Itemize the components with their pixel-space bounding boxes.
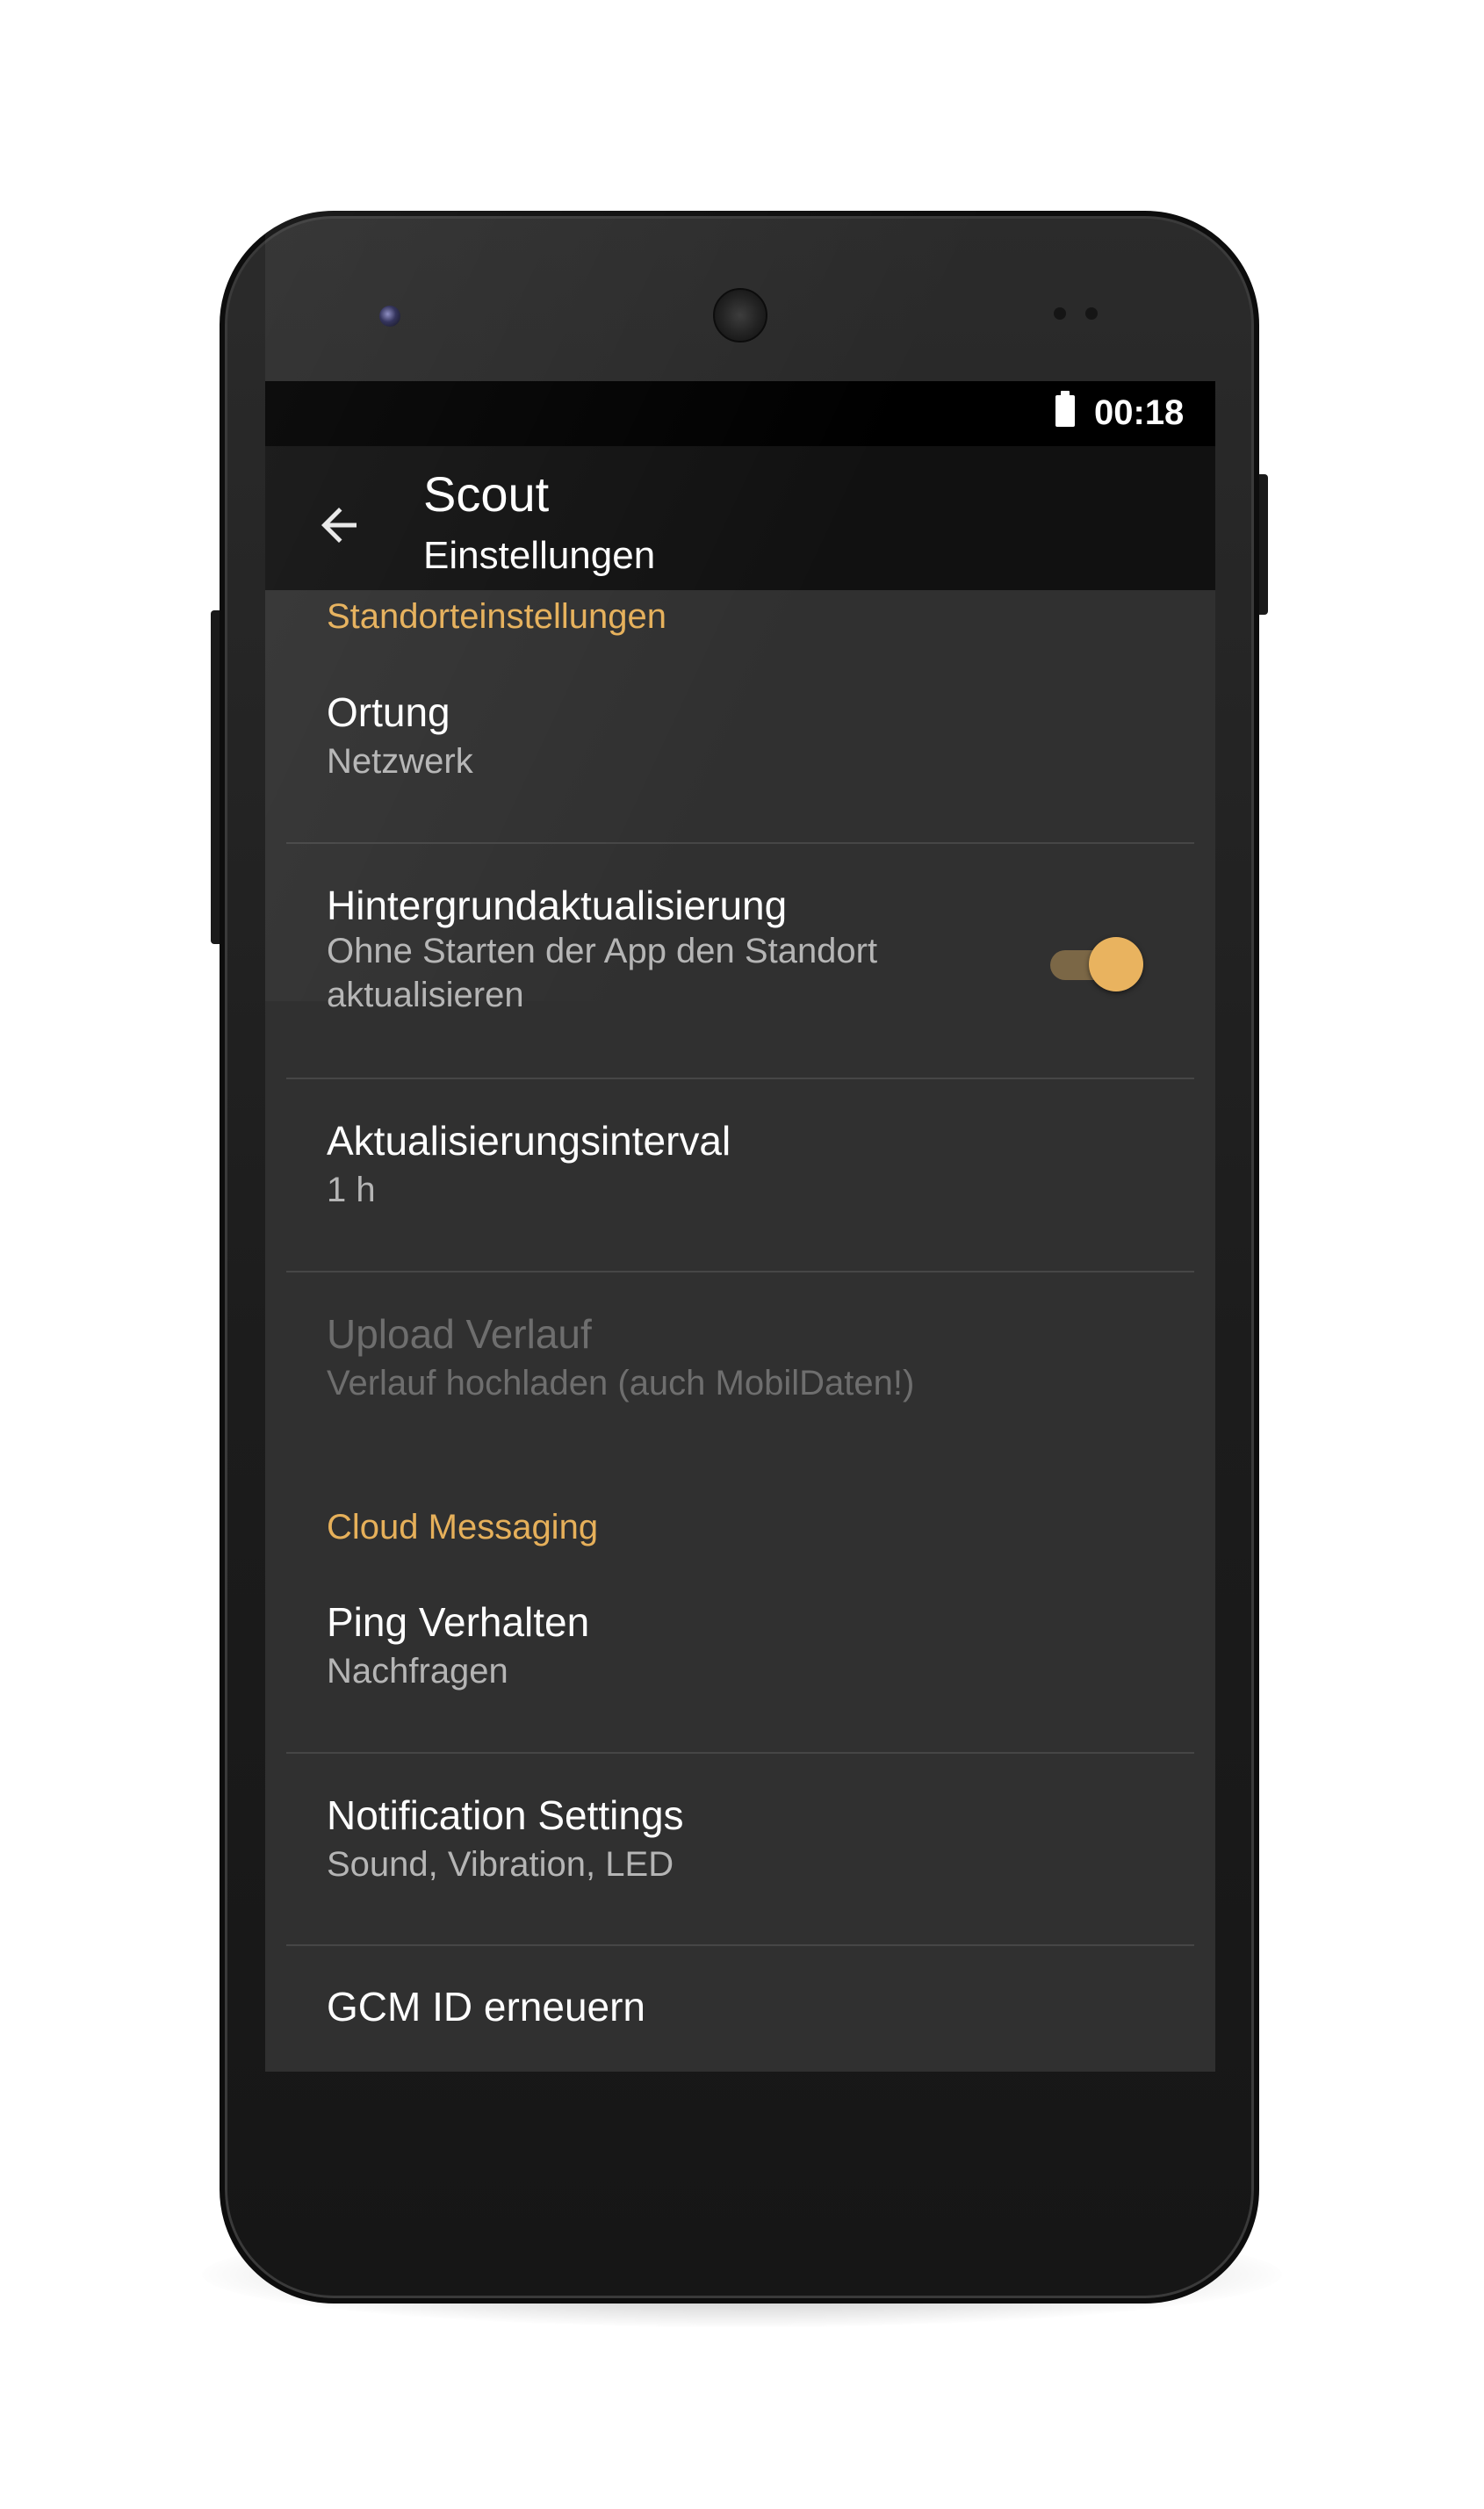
setting-summary-line2: aktualisieren [327,976,524,1014]
app-title: Scout [423,466,550,522]
divider [286,1271,1194,1273]
proximity-sensor [1054,307,1066,320]
section-header-cloud-messaging: Cloud Messaging [327,1508,599,1546]
setting-title: Notification Settings [327,1792,684,1838]
status-time: 00:18 [1094,393,1185,432]
app-bar: Scout Einstellungen [265,446,1215,590]
arrow-back-icon[interactable] [313,499,365,552]
divider [286,1078,1194,1079]
divider [286,1944,1194,1946]
setting-summary-line1: Ohne Starten der App den Standort [327,932,878,970]
earpiece-speaker [713,288,767,342]
app-subtitle: Einstellungen [423,534,656,577]
light-sensor [1085,307,1098,320]
front-camera [379,306,400,327]
background-update-toggle[interactable] [1047,933,1143,994]
setting-summary: Sound, Vibration, LED [327,1845,674,1884]
toggle-thumb [1089,937,1143,991]
phone-screen: 00:18 Scout Einstellungen Standorteinste… [265,381,1215,2072]
setting-title: GCM ID erneuern [327,1984,646,2030]
battery-full-icon [1055,391,1075,427]
status-bar: 00:18 [265,381,1215,446]
setting-title: Upload Verlauf [327,1311,592,1357]
setting-summary: Nachfragen [327,1652,508,1691]
setting-title: Ortung [327,689,450,735]
setting-title: Hintergrundaktualisierung [327,883,788,928]
setting-title: Aktualisierungsinterval [327,1118,731,1164]
setting-summary: Netzwerk [327,742,473,781]
setting-title: Ping Verhalten [327,1599,590,1645]
divider [286,842,1194,844]
divider [286,1752,1194,1754]
section-header-location: Standorteinstellungen [327,597,666,636]
setting-summary: 1 h [327,1171,376,1209]
setting-summary: Verlauf hochladen (auch MobilDaten!) [327,1364,915,1402]
